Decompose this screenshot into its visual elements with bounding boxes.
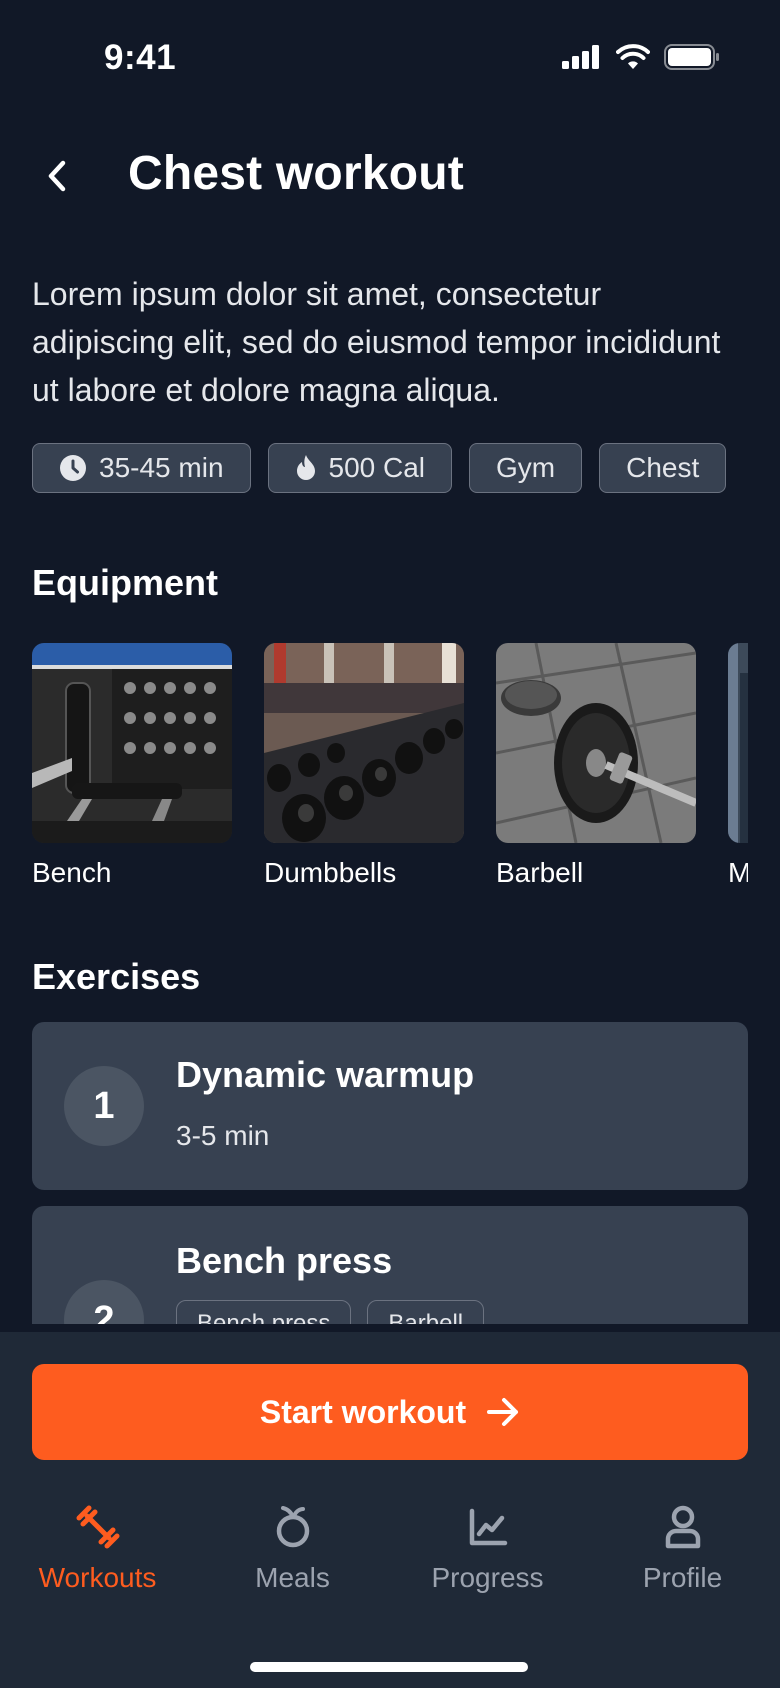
home-indicator <box>250 1662 528 1672</box>
tab-profile[interactable]: Profile <box>585 1502 780 1594</box>
barbell-image <box>496 643 696 843</box>
calories-tag-label: 500 Cal <box>328 452 426 483</box>
exercise-tag: Bench press <box>176 1300 352 1324</box>
equipment-label: M <box>728 857 748 888</box>
apple-icon <box>273 1502 313 1552</box>
tab-label: Workouts <box>38 1562 157 1593</box>
start-workout-label: Start workout <box>259 1393 467 1430</box>
flame-icon <box>296 455 315 480</box>
battery-icon <box>664 44 719 70</box>
duration-tag: 35-45 min <box>32 443 251 493</box>
start-workout-button[interactable]: Start workout <box>32 1364 748 1460</box>
equipment-item-machine[interactable]: M <box>728 643 748 889</box>
tab-meals[interactable]: Meals <box>195 1502 390 1594</box>
tab-label: Meals <box>255 1562 330 1593</box>
exercises-section-title: Exercises <box>32 956 201 997</box>
tab-label: Progress <box>431 1562 544 1593</box>
equipment-section-title: Equipment <box>32 562 218 603</box>
bench-image <box>32 643 232 843</box>
exercise-number: 2 <box>64 1280 144 1324</box>
muscle-tag-label: Chest <box>626 452 700 483</box>
exercise-tag: Barbell <box>367 1300 485 1324</box>
muscle-tag: Chest <box>599 443 727 493</box>
exercise-number: 1 <box>64 1066 144 1146</box>
dumbbell-icon <box>75 1502 121 1552</box>
exercise-duration: 3-5 min <box>176 1120 270 1151</box>
location-tag-label: Gym <box>496 452 556 483</box>
duration-tag-label: 35-45 min <box>99 452 224 483</box>
equipment-item-dumbbells[interactable]: Dumbbells <box>264 643 464 889</box>
exercise-tags: Bench press Barbell <box>176 1300 485 1324</box>
equipment-item-bench[interactable]: Bench <box>32 643 232 889</box>
clock-icon <box>60 455 86 481</box>
header: Chest workout <box>0 140 780 220</box>
equipment-label: Bench <box>32 857 112 888</box>
machine-image <box>728 643 748 843</box>
arrow-right-icon <box>487 1398 519 1426</box>
exercise-card[interactable]: 1 Dynamic warmup 3-5 min <box>32 1022 748 1190</box>
chevron-left-icon <box>48 160 66 192</box>
calories-tag: 500 Cal <box>267 443 453 493</box>
workout-tags: 35-45 min 500 Cal Gym Chest <box>32 443 727 493</box>
tab-progress[interactable]: Progress <box>390 1502 585 1594</box>
exercise-name: Bench press <box>176 1240 393 1281</box>
status-time: 9:41 <box>104 38 177 77</box>
page-title: Chest workout <box>128 147 464 200</box>
cellular-signal-icon <box>562 45 599 69</box>
status-bar: 9:41 <box>0 0 780 118</box>
workout-description: Lorem ipsum dolor sit amet, consectetur … <box>32 276 721 408</box>
user-icon <box>665 1502 701 1552</box>
location-tag: Gym <box>469 443 583 493</box>
tab-label: Profile <box>642 1562 723 1593</box>
exercise-card[interactable]: 2 Bench press Bench press Barbell <box>32 1206 748 1324</box>
exercise-name: Dynamic warmup <box>176 1054 475 1095</box>
tab-workouts[interactable]: Workouts <box>0 1502 195 1594</box>
chart-icon <box>468 1502 508 1552</box>
exercise-list: 1 Dynamic warmup 3-5 min 2 Bench press B… <box>32 1022 748 1324</box>
equipment-carousel[interactable]: Bench Dumbbells Barbell M <box>32 643 748 903</box>
bottom-panel: Start workout Workouts Meals Progress Pr… <box>0 1332 780 1688</box>
status-icons <box>562 44 720 70</box>
equipment-label: Dumbbells <box>264 857 397 888</box>
tab-bar: Workouts Meals Progress Profile <box>0 1502 780 1612</box>
equipment-label: Barbell <box>496 857 584 888</box>
dumbbells-image <box>264 643 464 843</box>
back-button[interactable] <box>32 146 82 206</box>
wifi-icon <box>616 44 650 69</box>
equipment-item-barbell[interactable]: Barbell <box>496 643 696 889</box>
